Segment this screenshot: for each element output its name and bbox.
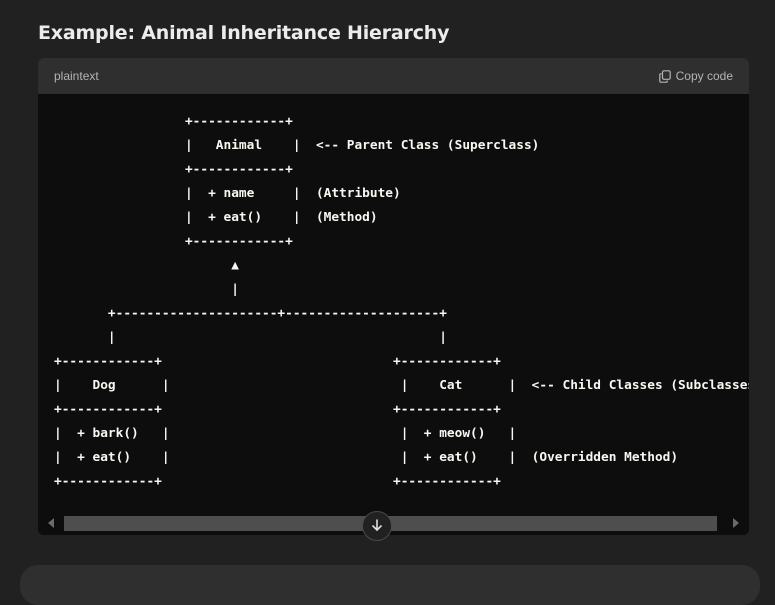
scroll-left-arrow-icon[interactable] [48,518,54,528]
copy-icon [658,69,671,83]
arrow-down-icon [370,517,384,536]
code-content: +------------+ | Animal | <-- Parent Cla… [54,114,749,489]
code-block-header: plaintext Copy code [38,58,749,94]
copy-code-button[interactable]: Copy code [658,69,733,83]
code-language-label: plaintext [54,69,99,83]
horizontal-scrollbar[interactable] [38,511,749,535]
code-body: +------------+ | Animal | <-- Parent Cla… [38,94,749,535]
copy-code-label: Copy code [675,69,733,83]
section-heading: Example: Animal Inheritance Hierarchy [38,22,450,44]
message-composer[interactable] [20,565,760,605]
scroll-to-bottom-button[interactable] [362,511,392,541]
scroll-right-arrow-icon[interactable] [733,518,739,528]
code-block: plaintext Copy code +------------+ | Ani… [38,58,749,535]
